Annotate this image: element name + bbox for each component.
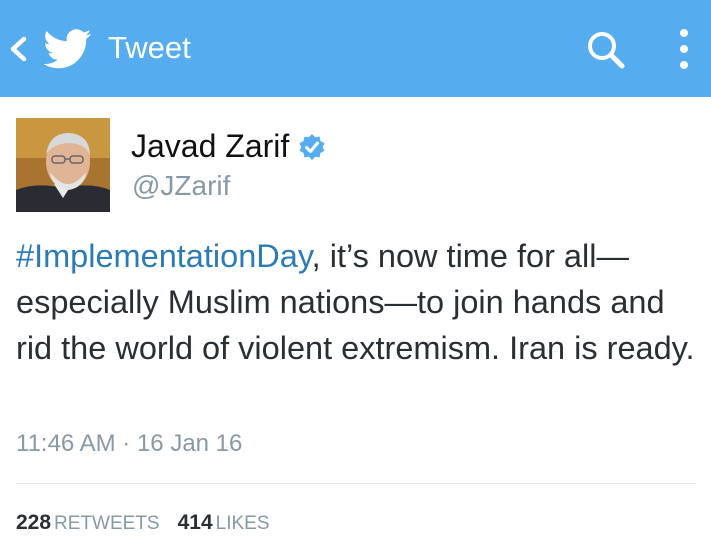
tweet-stats: 228 RETWEETS 414 LIKES (16, 508, 270, 539)
likes-count: 414 (177, 511, 213, 534)
verified-badge-icon (299, 134, 325, 160)
twitter-bird-icon (44, 29, 92, 69)
retweets-count: 228 (16, 511, 52, 534)
likes-stat[interactable]: 414 LIKES (178, 508, 270, 539)
divider (16, 483, 696, 484)
retweets-label: RETWEETS (54, 513, 160, 534)
hashtag-link[interactable]: #ImplementationDay (16, 238, 312, 274)
search-icon[interactable] (585, 29, 627, 71)
more-icon[interactable] (672, 27, 696, 71)
app-header: Tweet (0, 0, 711, 97)
likes-label: LIKES (215, 513, 270, 534)
tweet-timestamp: 11:46 AM · 16 Jan 16 (16, 430, 243, 457)
author-handle[interactable]: @JZarif (132, 168, 230, 204)
author-name[interactable]: Javad Zarif (131, 126, 289, 166)
header-title: Tweet (108, 30, 191, 65)
author-avatar[interactable] (16, 118, 110, 212)
back-icon[interactable] (6, 34, 30, 64)
tweet-text: #ImplementationDay, it’s now time for al… (16, 233, 696, 371)
retweets-stat[interactable]: 228 RETWEETS (16, 508, 160, 539)
